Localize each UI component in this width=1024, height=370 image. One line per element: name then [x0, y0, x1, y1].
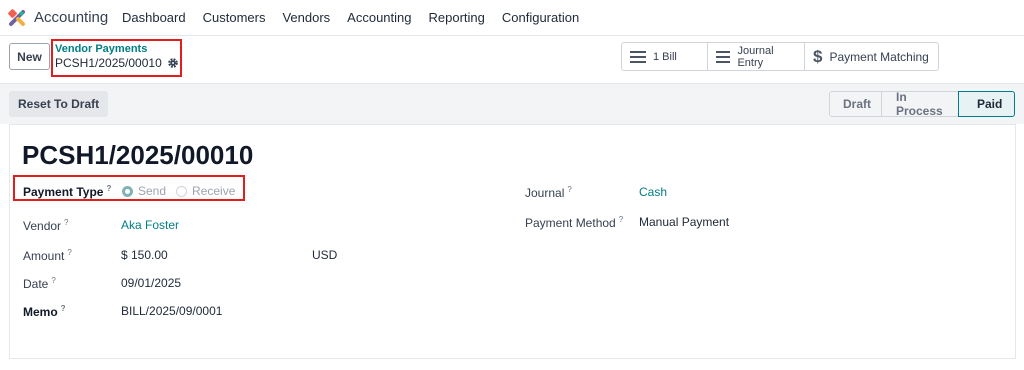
payment-method-value[interactable]: Manual Payment	[639, 215, 729, 229]
main-menu: Dashboard Customers Vendors Accounting R…	[122, 10, 596, 25]
stage-paid[interactable]: Paid	[958, 91, 1015, 117]
payment-matching-smart-button[interactable]: $ Payment Matching	[805, 43, 938, 70]
journal-value[interactable]: Cash	[639, 185, 667, 199]
control-panel: New Vendor Payments PCSH1/2025/00010 1 B…	[0, 36, 1024, 84]
date-value[interactable]: 09/01/2025	[121, 276, 181, 290]
amount-value[interactable]: $ 150.00	[121, 248, 168, 262]
help-icon[interactable]: ?	[567, 185, 571, 194]
menu-vendors[interactable]: Vendors	[282, 10, 330, 25]
list-icon	[630, 50, 646, 63]
bill-smart-button[interactable]: 1 Bill	[622, 43, 708, 70]
payment-method-label-text: Payment Method	[525, 216, 616, 230]
menu-configuration[interactable]: Configuration	[502, 10, 579, 25]
highlight-box-breadcrumb	[51, 39, 182, 77]
vendor-label-text: Vendor	[23, 219, 62, 233]
dollar-icon: $	[813, 46, 823, 66]
stage-in-process[interactable]: In Process	[881, 90, 959, 118]
amount-label-text: Amount	[23, 249, 65, 263]
menu-reporting[interactable]: Reporting	[429, 10, 485, 25]
memo-value[interactable]: BILL/2025/09/0001	[121, 304, 222, 318]
accounting-app-icon[interactable]	[8, 9, 26, 27]
list-icon	[716, 50, 731, 63]
payment-matching-label: Payment Matching	[829, 49, 929, 64]
currency-value[interactable]: USD	[312, 248, 337, 262]
help-icon[interactable]: ?	[619, 215, 623, 224]
journal-entry-smart-button[interactable]: Journal Entry	[708, 43, 805, 70]
menu-customers[interactable]: Customers	[203, 10, 266, 25]
date-label-text: Date	[23, 277, 49, 291]
highlight-box-payment-type	[13, 175, 245, 201]
help-icon[interactable]: ?	[67, 248, 71, 257]
help-icon[interactable]: ?	[64, 218, 68, 227]
status-stages: Draft In Process Paid	[829, 90, 1015, 118]
help-icon[interactable]: ?	[61, 304, 66, 313]
menu-accounting[interactable]: Accounting	[347, 10, 411, 25]
journal-entry-label: Journal Entry	[737, 44, 774, 69]
vendor-value[interactable]: Aka Foster	[121, 218, 179, 232]
journal-label: Journal?	[525, 185, 572, 200]
status-bar: Reset To Draft Draft In Process Paid	[0, 84, 1024, 124]
vendor-label: Vendor?	[23, 218, 69, 233]
top-navbar: Accounting Dashboard Customers Vendors A…	[0, 0, 1024, 36]
page-bottom-strip	[0, 359, 1024, 370]
smart-buttons: 1 Bill Journal Entry $ Payment Matching	[621, 42, 939, 71]
app-name[interactable]: Accounting	[34, 9, 108, 26]
page-title: PCSH1/2025/00010	[22, 140, 254, 170]
journal-label-text: Journal	[525, 186, 565, 200]
reset-to-draft-button[interactable]: Reset To Draft	[9, 91, 109, 117]
memo-label-text: Memo	[23, 305, 58, 319]
menu-dashboard[interactable]: Dashboard	[122, 10, 186, 25]
memo-label: Memo?	[23, 304, 66, 319]
date-label: Date?	[23, 276, 56, 291]
payment-method-label: Payment Method?	[525, 215, 623, 230]
new-button[interactable]: New	[9, 43, 50, 70]
amount-label: Amount?	[23, 248, 72, 263]
help-icon[interactable]: ?	[51, 276, 55, 285]
bill-smart-button-label: 1 Bill	[653, 50, 677, 63]
stage-draft[interactable]: Draft	[829, 91, 882, 117]
